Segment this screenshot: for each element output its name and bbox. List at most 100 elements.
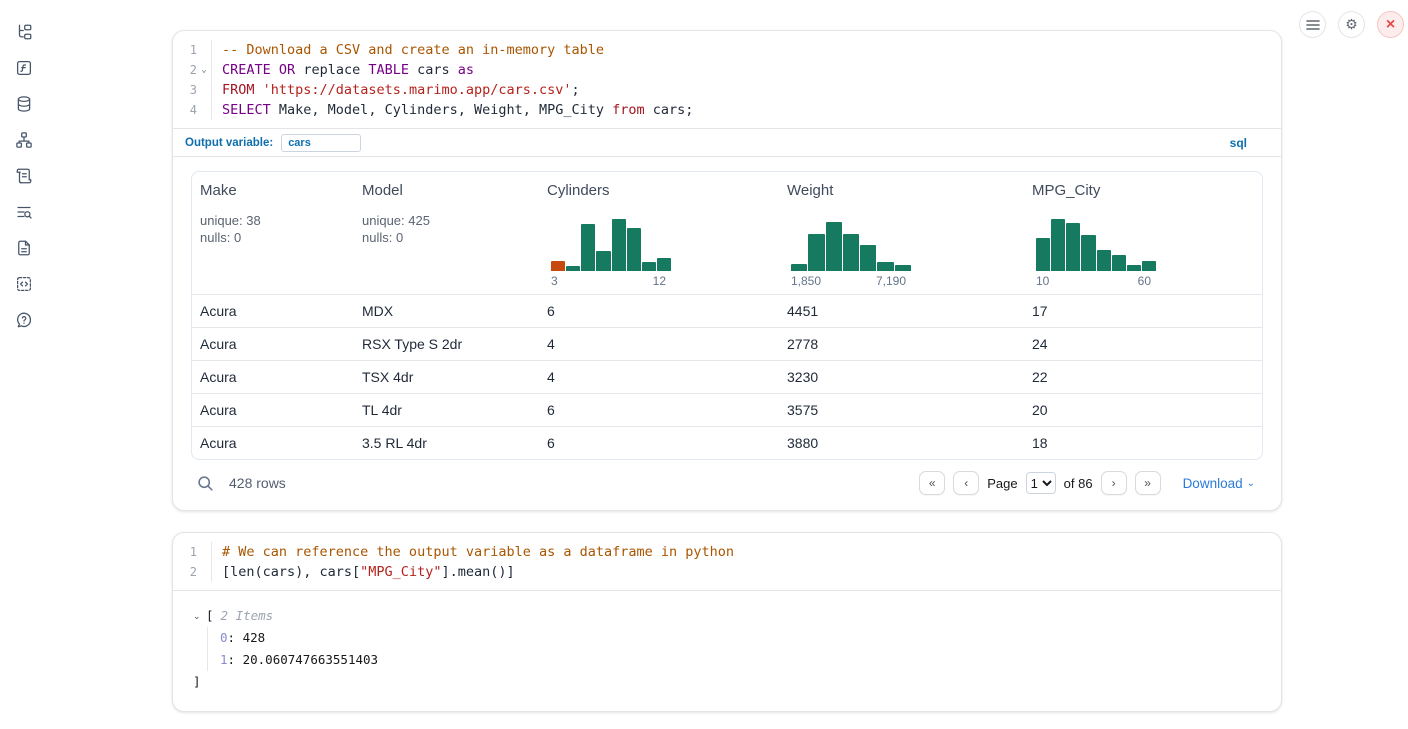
table-header-row: Makeunique: 38nulls: 0Modelunique: 425nu… xyxy=(192,172,1262,294)
prev-page-button[interactable]: ‹ xyxy=(953,471,979,495)
histogram-bar xyxy=(581,224,595,271)
collapse-chevron-icon[interactable]: ⌄ xyxy=(193,605,206,627)
column-histogram: 1,8507,190 xyxy=(791,219,911,288)
sidebar-item-functions[interactable] xyxy=(14,59,34,77)
column-header-make[interactable]: Makeunique: 38nulls: 0 xyxy=(192,172,354,294)
table-footer: 428 rows « ‹ Page 1 of 86 › » Download ⌄ xyxy=(191,471,1263,495)
scroll-icon xyxy=(15,167,33,185)
sidebar-panel xyxy=(0,0,48,729)
fold-spacer xyxy=(197,542,212,562)
last-page-button[interactable]: » xyxy=(1135,471,1161,495)
table-row[interactable]: AcuraMDX6445117 xyxy=(192,294,1262,327)
python-code-editor[interactable]: 1 # We can reference the output variable … xyxy=(173,533,1281,590)
histogram-bar xyxy=(895,265,911,271)
sql-code-editor[interactable]: 1 -- Download a CSV and create an in-memo… xyxy=(173,31,1281,128)
table-cell: 6 xyxy=(539,303,779,319)
column-stat: unique: 38 xyxy=(200,212,346,229)
sidebar-item-help[interactable] xyxy=(14,311,34,329)
sidebar-item-dependency-graph[interactable] xyxy=(14,131,34,149)
line-number: 1 xyxy=(173,40,197,60)
column-header-cylinders[interactable]: Cylinders312 xyxy=(539,172,779,294)
code-line[interactable]: 2⌄CREATE OR replace TABLE cars as xyxy=(173,60,1281,80)
code-line[interactable]: 1 -- Download a CSV and create an in-memo… xyxy=(173,40,1281,60)
network-icon xyxy=(15,131,33,149)
code-text: # We can reference the output variable a… xyxy=(212,542,734,562)
output-variable-input[interactable] xyxy=(281,134,361,152)
code-line[interactable]: 1 # We can reference the output variable … xyxy=(173,542,1281,562)
table-cell: 18 xyxy=(1024,435,1262,451)
histogram-bar xyxy=(1142,261,1156,271)
function-icon xyxy=(15,59,33,77)
tree-open-bracket: [ xyxy=(206,605,214,627)
download-label: Download xyxy=(1183,476,1243,491)
column-title: Weight xyxy=(787,182,1016,199)
table-row[interactable]: Acura3.5 RL 4dr6388018 xyxy=(192,426,1262,459)
table-row[interactable]: AcuraRSX Type S 2dr4277824 xyxy=(192,327,1262,360)
shutdown-button[interactable]: × xyxy=(1377,11,1404,38)
code-text: FROM 'https://datasets.marimo.app/cars.c… xyxy=(212,80,580,100)
histogram-bar xyxy=(1112,255,1126,271)
histogram-bar xyxy=(843,234,859,271)
histogram-bar xyxy=(1081,235,1095,271)
histogram-bar xyxy=(612,219,626,271)
database-icon xyxy=(15,95,33,113)
column-header-mpg_city[interactable]: MPG_City1060 xyxy=(1024,172,1262,294)
settings-button[interactable]: ⚙ xyxy=(1338,11,1365,38)
output-variable-label: Output variable: xyxy=(185,137,273,149)
histogram-axis-labels: 312 xyxy=(551,274,671,288)
histogram-bar xyxy=(1036,238,1050,271)
histogram-max-label: 12 xyxy=(653,274,666,288)
sidebar-item-documentation[interactable] xyxy=(14,239,34,257)
code-text: -- Download a CSV and create an in-memor… xyxy=(212,40,604,60)
hamburger-icon xyxy=(1306,19,1320,31)
histogram-bar xyxy=(596,251,610,271)
column-header-weight[interactable]: Weight 1,8507,190 xyxy=(779,172,1024,294)
code-text: SELECT Make, Model, Cylinders, Weight, M… xyxy=(212,100,693,120)
table-cell: 3.5 RL 4dr xyxy=(354,435,539,451)
first-page-button[interactable]: « xyxy=(919,471,945,495)
column-stat: nulls: 0 xyxy=(200,229,346,246)
chevron-down-icon: ⌄ xyxy=(1247,478,1255,489)
histogram-max-label: 7,190 xyxy=(876,274,906,288)
table-row[interactable]: AcuraTL 4dr6357520 xyxy=(192,393,1262,426)
tree-entry-index: 0 xyxy=(220,630,228,645)
pagination: « ‹ Page 1 of 86 › » Download ⌄ xyxy=(919,471,1255,495)
search-icon xyxy=(197,475,214,492)
sql-cell-meta: Output variable: sql xyxy=(173,128,1281,156)
histogram-bar xyxy=(791,264,807,271)
histogram-min-label: 10 xyxy=(1036,274,1049,288)
sidebar-item-datasources[interactable] xyxy=(14,95,34,113)
table-search-button[interactable] xyxy=(197,475,214,492)
fold-spacer xyxy=(197,40,212,60)
column-histogram: 10 60 xyxy=(1036,219,1156,288)
histogram-bar xyxy=(860,245,876,271)
sidebar-item-table-of-contents[interactable] xyxy=(14,203,34,221)
fold-spacer xyxy=(197,100,212,120)
fold-spacer xyxy=(197,80,212,100)
sidebar-item-scratchpad[interactable] xyxy=(14,167,34,185)
histogram-bars xyxy=(551,219,671,271)
sidebar-item-file-explorer[interactable] xyxy=(14,23,34,41)
fold-chevron-icon[interactable]: ⌄ xyxy=(197,60,212,80)
table-cell: RSX Type S 2dr xyxy=(354,336,539,352)
code-line[interactable]: 2[len(cars), cars["MPG_City"].mean()] xyxy=(173,562,1281,582)
line-number: 4 xyxy=(173,100,197,120)
histogram-max-label: 60 xyxy=(1138,274,1151,288)
code-line[interactable]: 3FROM 'https://datasets.marimo.app/cars.… xyxy=(173,80,1281,100)
language-badge[interactable]: sql xyxy=(1230,136,1247,150)
column-header-model[interactable]: Modelunique: 425nulls: 0 xyxy=(354,172,539,294)
next-page-button[interactable]: › xyxy=(1101,471,1127,495)
download-button[interactable]: Download ⌄ xyxy=(1183,476,1255,491)
close-icon: × xyxy=(1386,16,1395,34)
sidebar-item-snippets[interactable] xyxy=(14,275,34,293)
page-select[interactable]: 1 xyxy=(1026,472,1056,494)
menu-button[interactable] xyxy=(1299,11,1326,38)
code-line[interactable]: 4 SELECT Make, Model, Cylinders, Weight, … xyxy=(173,100,1281,120)
sql-cell-output: Makeunique: 38nulls: 0Modelunique: 425nu… xyxy=(173,156,1281,510)
table-row[interactable]: AcuraTSX 4dr4323022 xyxy=(192,360,1262,393)
table-cell: Acura xyxy=(192,402,354,418)
code-block-icon xyxy=(15,275,33,293)
code-text: CREATE OR replace TABLE cars as xyxy=(212,60,474,80)
line-number: 1 xyxy=(173,542,197,562)
table-cell: 17 xyxy=(1024,303,1262,319)
